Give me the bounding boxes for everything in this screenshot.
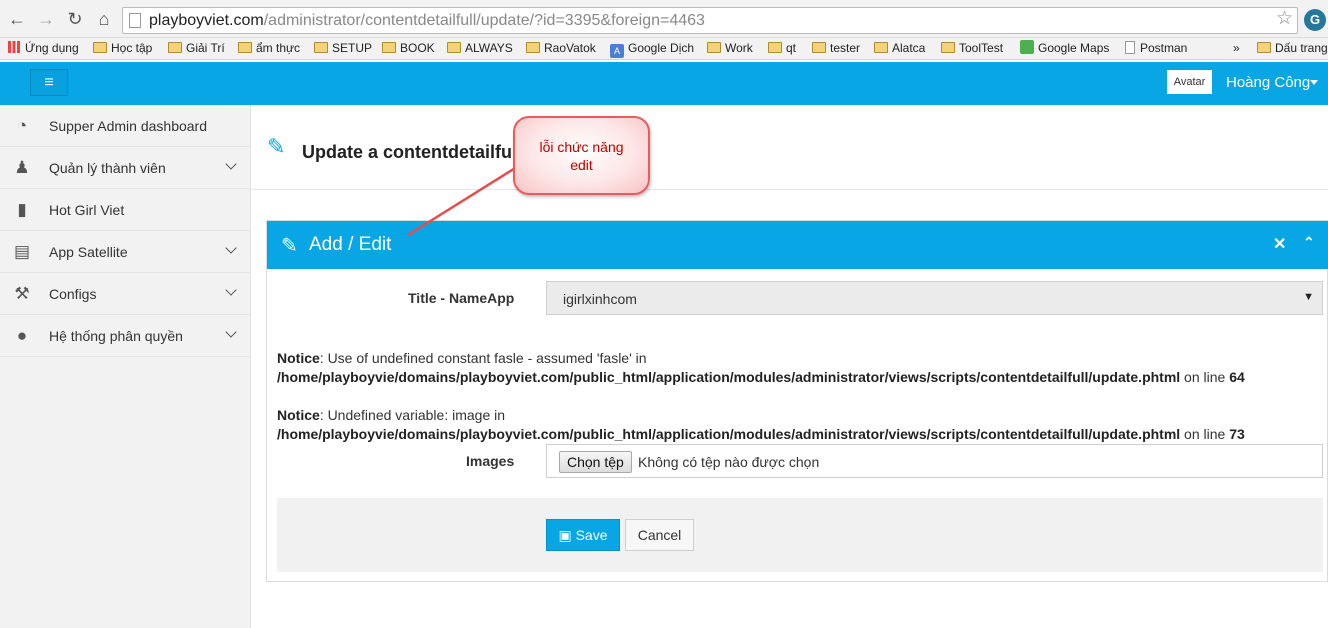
annotation-callout: lỗi chức năng edit [513,116,650,195]
annotation-arrow [407,158,529,237]
annotation-text: edit [570,157,593,173]
annotation-text: lỗi chức năng [539,139,624,155]
